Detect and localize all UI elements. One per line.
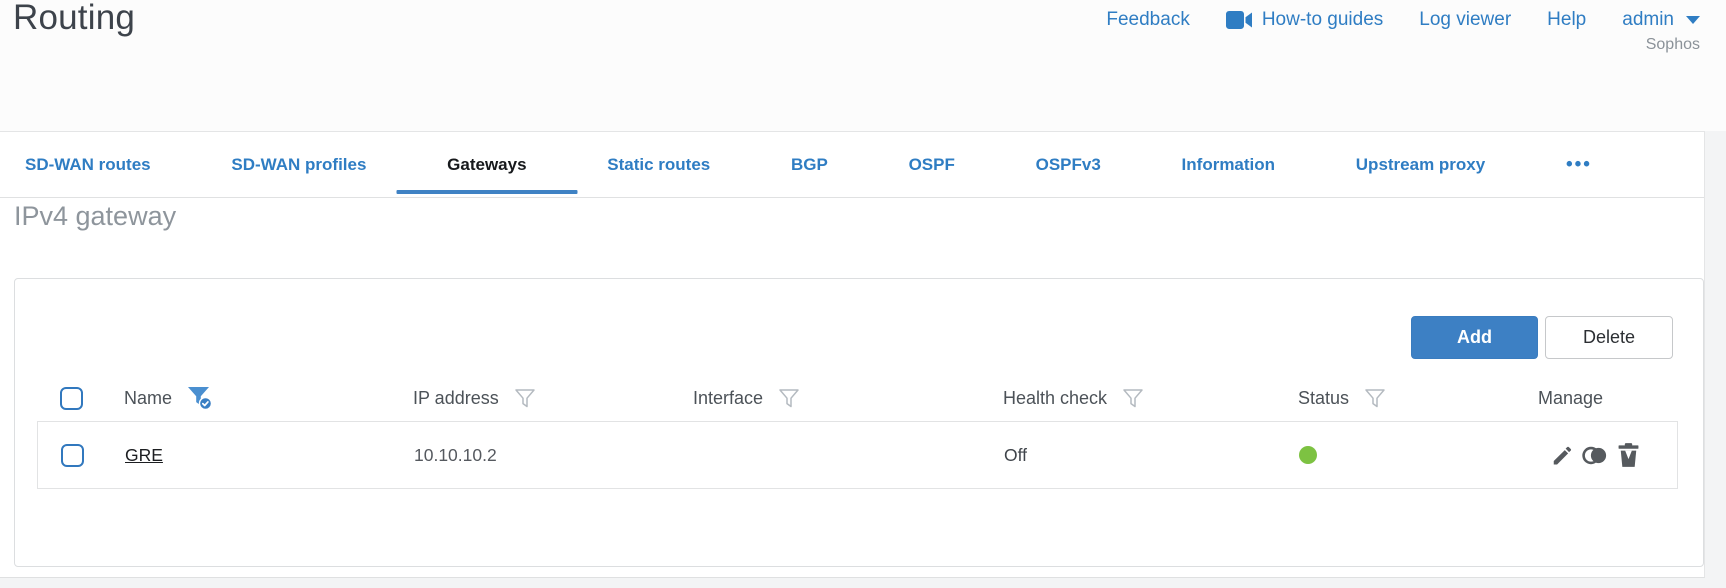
ip-address-cell: 10.10.10.2	[414, 444, 497, 465]
tab-information[interactable]: Information	[1182, 132, 1276, 197]
column-header-health-check: Health check	[1003, 388, 1108, 408]
brand-label: Sophos	[1645, 36, 1700, 53]
help-link[interactable]: Help	[1547, 9, 1586, 31]
ipv4-gateway-card: Add Delete Name IP address Interface Hea…	[14, 278, 1704, 567]
table-toolbar: Add Delete	[1411, 316, 1673, 359]
row-checkbox[interactable]	[61, 443, 84, 467]
page-title: Routing	[13, 0, 136, 37]
column-header-manage: Manage	[1538, 388, 1604, 408]
tab-static-routes[interactable]: Static routes	[607, 132, 710, 197]
interface-filter-icon[interactable]	[778, 388, 800, 410]
status-filter-icon[interactable]	[1364, 388, 1386, 410]
health-check-cell: Off	[1004, 444, 1028, 465]
clone-icon[interactable]	[1581, 443, 1611, 468]
header-links: Feedback How-to guides Log viewer Help a…	[1106, 9, 1700, 31]
howto-guides-label: How-to guides	[1261, 9, 1384, 30]
help-label: Help	[1547, 9, 1587, 30]
status-up-dot	[1299, 446, 1317, 464]
column-header-status: Status	[1298, 388, 1350, 408]
column-header-name: Name	[124, 388, 173, 408]
edit-pencil-icon[interactable]	[1550, 443, 1575, 468]
manage-cell	[1527, 442, 1679, 468]
ip-address-filter-icon[interactable]	[514, 388, 536, 410]
chevron-down-icon	[1686, 16, 1700, 24]
select-all-checkbox[interactable]	[60, 387, 83, 410]
name-filter-active-icon[interactable]	[187, 386, 215, 411]
tab-upstream-proxy[interactable]: Upstream proxy	[1356, 132, 1485, 197]
log-viewer-link[interactable]: Log viewer	[1419, 9, 1511, 31]
tab-sdwan-routes[interactable]: SD-WAN routes	[25, 132, 151, 197]
admin-label: admin	[1622, 9, 1674, 30]
tabs-more-button[interactable]: •••	[1566, 132, 1592, 197]
tab-ospf[interactable]: OSPF	[909, 132, 955, 197]
delete-trash-icon[interactable]	[1617, 442, 1640, 468]
feedback-label: Feedback	[1106, 9, 1190, 30]
column-header-ip-address: IP address	[413, 388, 499, 408]
ellipsis-icon: •••	[1565, 153, 1592, 175]
feedback-link[interactable]: Feedback	[1106, 9, 1189, 31]
tab-gateways[interactable]: Gateways	[447, 132, 526, 197]
howto-guides-link[interactable]: How-to guides	[1225, 9, 1384, 31]
column-header-interface: Interface	[693, 388, 764, 408]
delete-button[interactable]: Delete	[1545, 316, 1673, 359]
tab-ospfv3[interactable]: OSPFv3	[1036, 132, 1101, 197]
page-header: Routing Feedback How-to guides Log viewe…	[0, 0, 1726, 131]
log-viewer-label: Log viewer	[1419, 9, 1512, 30]
tab-bar: SD-WAN routes SD-WAN profiles Gateways S…	[0, 132, 1704, 198]
routing-page: Routing Feedback How-to guides Log viewe…	[0, 0, 1726, 588]
video-camera-icon	[1225, 11, 1252, 29]
table-row: GRE 10.10.10.2 Off	[37, 421, 1678, 489]
table-header-row: Name IP address Interface Health check S…	[37, 376, 1678, 421]
section-title: IPv4 gateway	[14, 201, 177, 231]
gateways-table: Name IP address Interface Health check S…	[37, 376, 1678, 489]
tab-bgp[interactable]: BGP	[791, 132, 828, 197]
tab-sdwan-profiles[interactable]: SD-WAN profiles	[231, 132, 366, 197]
health-check-filter-icon[interactable]	[1122, 388, 1144, 410]
gateway-name-link[interactable]: GRE	[125, 445, 163, 465]
add-button[interactable]: Add	[1411, 316, 1538, 359]
admin-menu[interactable]: admin	[1622, 9, 1700, 31]
